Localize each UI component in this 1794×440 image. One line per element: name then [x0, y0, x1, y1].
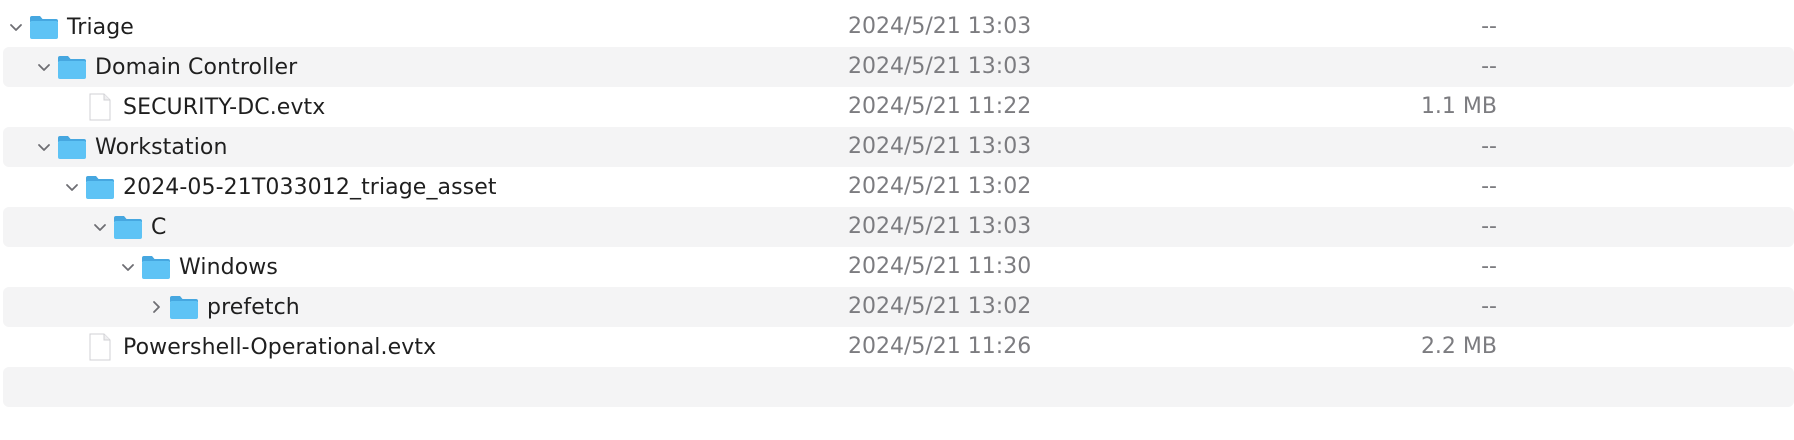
item-size: --: [1481, 254, 1497, 279]
list-row-triage-asset[interactable]: 2024-05-21T033012_triage_asset 2024/5/21…: [3, 167, 1794, 207]
chevron-down-icon[interactable]: [115, 247, 141, 287]
item-name: C: [151, 214, 167, 240]
item-size: --: [1481, 214, 1497, 239]
list-row-powershell-operational[interactable]: Powershell-Operational.evtx 2024/5/21 11…: [3, 327, 1794, 367]
folder-icon: [85, 172, 115, 202]
name-cell: prefetch: [143, 287, 300, 327]
item-size: --: [1481, 134, 1497, 159]
item-name: prefetch: [207, 294, 300, 320]
chevron-down-icon[interactable]: [3, 7, 29, 47]
empty-row: [3, 367, 1794, 407]
list-row-triage[interactable]: Triage 2024/5/21 13:03 --: [3, 7, 1794, 47]
folder-icon: [57, 52, 87, 82]
list-row-windows[interactable]: Windows 2024/5/21 11:30 --: [3, 247, 1794, 287]
date-modified: 2024/5/21 11:22: [848, 94, 1032, 119]
date-modified: 2024/5/21 11:26: [848, 334, 1032, 359]
name-cell: C: [87, 207, 166, 247]
folder-icon: [141, 252, 171, 282]
date-modified: 2024/5/21 13:03: [848, 14, 1032, 39]
item-name: Powershell-Operational.evtx: [123, 334, 437, 360]
list-row-domain-controller[interactable]: Domain Controller 2024/5/21 13:03 --: [3, 47, 1794, 87]
name-cell: Windows: [115, 247, 278, 287]
item-size: --: [1481, 294, 1497, 319]
list-row-workstation[interactable]: Workstation 2024/5/21 13:03 --: [3, 127, 1794, 167]
name-cell: Workstation: [31, 127, 228, 167]
date-modified: 2024/5/21 13:03: [848, 134, 1032, 159]
item-size: 1.1 MB: [1420, 94, 1497, 119]
item-size: --: [1481, 174, 1497, 199]
folder-icon: [169, 292, 199, 322]
date-modified: 2024/5/21 13:02: [848, 174, 1032, 199]
item-name: Workstation: [95, 134, 228, 160]
name-cell: Powershell-Operational.evtx: [59, 327, 436, 367]
chevron-down-icon[interactable]: [31, 47, 57, 87]
chevron-down-icon[interactable]: [59, 167, 85, 207]
item-size: --: [1481, 54, 1497, 79]
item-name: 2024-05-21T033012_triage_asset: [123, 174, 497, 200]
date-modified: 2024/5/21 11:30: [848, 254, 1032, 279]
date-modified: 2024/5/21 13:03: [848, 214, 1032, 239]
folder-icon: [113, 212, 143, 242]
file-list: Triage 2024/5/21 13:03 -- Domain Control…: [0, 0, 1794, 440]
name-cell: 2024-05-21T033012_triage_asset: [59, 167, 497, 207]
chevron-down-icon[interactable]: [87, 207, 113, 247]
list-row-c[interactable]: C 2024/5/21 13:03 --: [3, 207, 1794, 247]
list-row-security-dc[interactable]: SECURITY-DC.evtx 2024/5/21 11:22 1.1 MB: [3, 87, 1794, 127]
item-name: SECURITY-DC.evtx: [123, 94, 326, 120]
document-icon: [85, 92, 115, 122]
document-icon: [85, 332, 115, 362]
name-cell: SECURITY-DC.evtx: [59, 87, 325, 127]
list-row-prefetch[interactable]: prefetch 2024/5/21 13:02 --: [3, 287, 1794, 327]
item-name: Domain Controller: [95, 54, 298, 80]
item-name: Triage: [67, 14, 134, 40]
name-cell: Triage: [3, 7, 134, 47]
date-modified: 2024/5/21 13:03: [848, 54, 1032, 79]
folder-icon: [57, 132, 87, 162]
item-name: Windows: [179, 254, 278, 280]
item-size: 2.2 MB: [1420, 334, 1497, 359]
folder-icon: [29, 12, 59, 42]
chevron-down-icon[interactable]: [31, 127, 57, 167]
chevron-right-icon[interactable]: [143, 287, 169, 327]
date-modified: 2024/5/21 13:02: [848, 294, 1032, 319]
item-size: --: [1481, 14, 1497, 39]
name-cell: Domain Controller: [31, 47, 297, 87]
